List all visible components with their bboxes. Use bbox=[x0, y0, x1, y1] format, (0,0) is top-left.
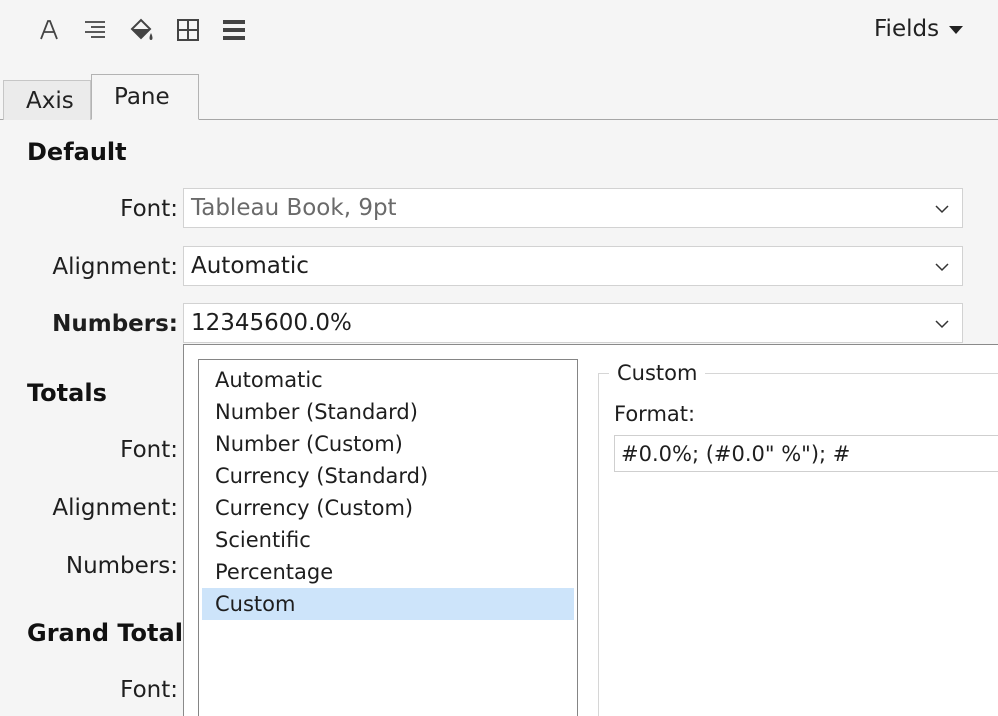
fields-dropdown[interactable]: Fields bbox=[874, 14, 964, 44]
totals-numbers-label: Numbers: bbox=[65, 553, 178, 579]
caret-down-icon bbox=[949, 26, 964, 34]
list-item-number-standard[interactable]: Number (Standard) bbox=[202, 396, 574, 428]
chevron-down-icon bbox=[935, 205, 949, 214]
default-font-label: Font: bbox=[120, 196, 178, 222]
default-alignment-label: Alignment: bbox=[52, 254, 178, 280]
fields-label: Fields bbox=[874, 16, 940, 42]
totals-font-label: Font: bbox=[120, 437, 178, 463]
lines-icon[interactable] bbox=[218, 14, 250, 46]
default-font-dropdown[interactable]: Tableau Book, 9pt bbox=[183, 188, 963, 228]
default-font-value: Tableau Book, 9pt bbox=[191, 195, 397, 221]
chevron-down-icon bbox=[935, 263, 949, 272]
format-input[interactable]: #0.0%; (#0.0" %"); # bbox=[614, 435, 998, 472]
default-alignment-value: Automatic bbox=[191, 253, 309, 279]
grand-totals-heading: Grand Totals bbox=[27, 619, 198, 647]
number-format-popup: Automatic Number (Standard) Number (Cust… bbox=[183, 344, 998, 716]
tab-strip: Axis Pane bbox=[0, 74, 998, 120]
alignment-icon[interactable] bbox=[79, 14, 111, 46]
default-alignment-dropdown[interactable]: Automatic bbox=[183, 246, 963, 286]
borders-icon[interactable] bbox=[172, 14, 204, 46]
format-toolbar: Fields bbox=[0, 0, 998, 60]
tab-axis[interactable]: Axis bbox=[3, 80, 91, 120]
shading-icon[interactable] bbox=[126, 14, 158, 46]
list-item-currency-standard[interactable]: Currency (Standard) bbox=[202, 460, 574, 492]
grand-totals-font-label: Font: bbox=[120, 677, 178, 703]
default-heading: Default bbox=[27, 138, 127, 166]
list-item-custom[interactable]: Custom bbox=[202, 588, 574, 620]
list-item-automatic[interactable]: Automatic bbox=[202, 364, 574, 396]
format-label: Format: bbox=[614, 402, 696, 426]
tab-pane[interactable]: Pane bbox=[91, 74, 199, 120]
list-item-number-custom[interactable]: Number (Custom) bbox=[202, 428, 574, 460]
totals-heading: Totals bbox=[27, 379, 107, 407]
chevron-down-icon bbox=[935, 320, 949, 329]
default-numbers-value: 12345600.0% bbox=[191, 310, 352, 336]
number-format-list[interactable]: Automatic Number (Standard) Number (Cust… bbox=[198, 359, 578, 716]
list-item-currency-custom[interactable]: Currency (Custom) bbox=[202, 492, 574, 524]
list-item-percentage[interactable]: Percentage bbox=[202, 556, 574, 588]
default-numbers-label: Numbers: bbox=[52, 311, 178, 337]
font-icon[interactable] bbox=[33, 14, 65, 46]
list-item-scientific[interactable]: Scientific bbox=[202, 524, 574, 556]
default-numbers-dropdown[interactable]: 12345600.0% bbox=[183, 303, 963, 343]
custom-format-group: Custom Format: #0.0%; (#0.0" %"); # bbox=[598, 361, 998, 716]
totals-alignment-label: Alignment: bbox=[52, 495, 178, 521]
custom-group-title: Custom bbox=[609, 361, 706, 385]
